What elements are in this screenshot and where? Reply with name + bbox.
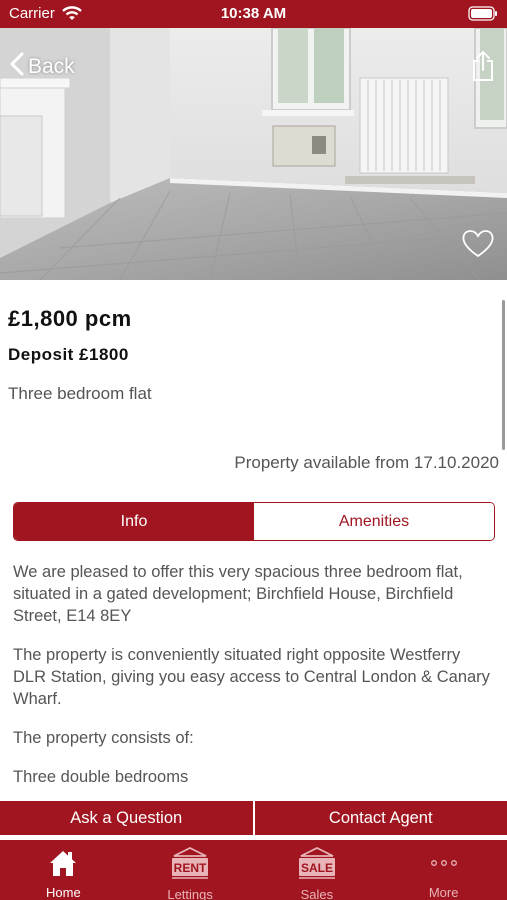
tab-label: More bbox=[428, 885, 459, 900]
scrollbar[interactable] bbox=[502, 300, 505, 450]
tab-label: Home bbox=[46, 885, 81, 900]
tab-home[interactable]: Home bbox=[0, 840, 127, 900]
description-paragraph: We are pleased to offer this very spacio… bbox=[13, 563, 463, 625]
clock: 10:38 AM bbox=[220, 5, 287, 22]
back-button[interactable]: Back bbox=[10, 52, 75, 82]
tab-info[interactable]: Info bbox=[14, 503, 254, 540]
property-description: We are pleased to offer this very spacio… bbox=[13, 561, 497, 805]
info-amenities-segmented-control: Info Amenities bbox=[13, 502, 495, 541]
availability-date: Property available from 17.10.2020 bbox=[234, 453, 499, 472]
favorite-heart-icon[interactable] bbox=[461, 228, 495, 263]
rent-sign-text: RENT bbox=[174, 861, 207, 875]
contact-agent-button[interactable]: Contact Agent bbox=[255, 801, 507, 835]
property-photo[interactable] bbox=[0, 28, 507, 280]
tab-more[interactable]: More bbox=[380, 840, 507, 900]
description-paragraph: The property is conveniently situated ri… bbox=[13, 646, 490, 708]
property-type: Three bedroom flat bbox=[8, 384, 152, 403]
sale-sign-text: SALE bbox=[301, 861, 333, 875]
status-bar: Carrier 10:38 AM bbox=[0, 0, 507, 28]
ask-question-button[interactable]: Ask a Question bbox=[0, 801, 253, 835]
property-price: £1,800 pcm bbox=[8, 306, 132, 331]
tab-sales[interactable]: SALE Sales bbox=[254, 840, 381, 900]
description-paragraph: The property consists of: bbox=[13, 729, 194, 747]
battery-icon bbox=[468, 6, 498, 26]
rent-sign-icon: RENT bbox=[170, 847, 210, 880]
share-icon[interactable] bbox=[471, 50, 495, 87]
action-bar: Ask a Question Contact Agent bbox=[0, 801, 507, 835]
chevron-left-icon bbox=[10, 52, 24, 82]
description-paragraph: Three double bedrooms bbox=[13, 768, 189, 786]
tab-bar: Home RENT Lettings SALE Sales More bbox=[0, 840, 507, 900]
tab-label: Lettings bbox=[167, 887, 213, 900]
sale-sign-icon: SALE bbox=[297, 847, 337, 880]
tab-label: Sales bbox=[300, 887, 334, 900]
more-icon bbox=[429, 848, 459, 878]
back-label: Back bbox=[28, 55, 75, 78]
tab-lettings[interactable]: RENT Lettings bbox=[127, 840, 254, 900]
tab-amenities[interactable]: Amenities bbox=[254, 503, 494, 540]
home-icon bbox=[48, 848, 78, 878]
property-deposit: Deposit £1800 bbox=[8, 345, 129, 364]
